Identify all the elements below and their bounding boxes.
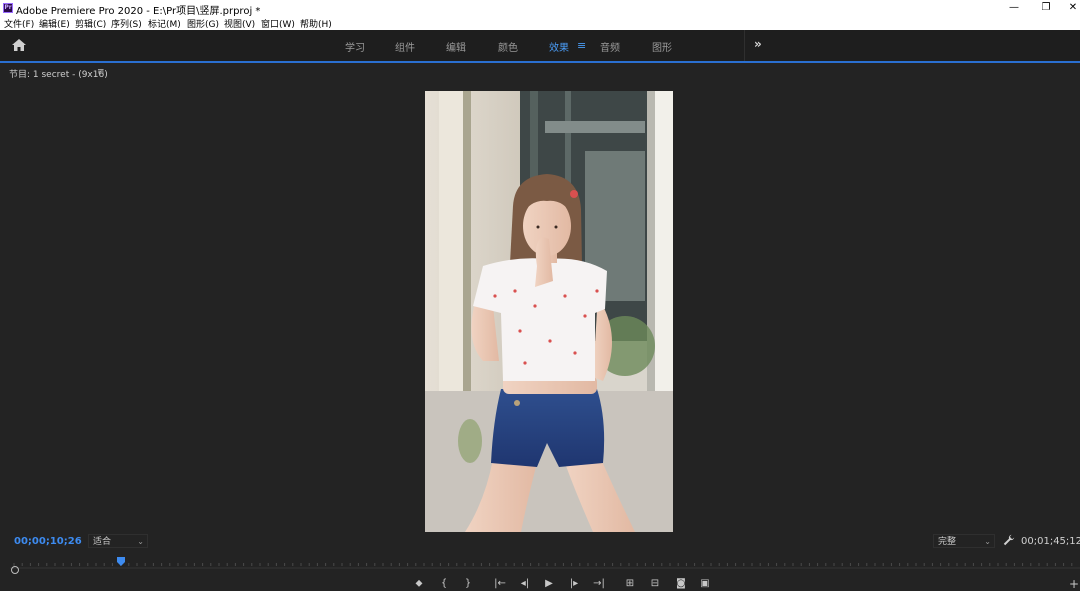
- workspace-tab-learn[interactable]: 学习: [345, 39, 365, 54]
- workspace-tab-assembly[interactable]: 组件: [395, 39, 415, 54]
- fit-select[interactable]: 适合 ⌄: [88, 534, 148, 548]
- time-ruler[interactable]: [10, 557, 1080, 571]
- home-icon[interactable]: [11, 38, 27, 52]
- step-forward-button[interactable]: |▸: [567, 577, 581, 591]
- menu-markers[interactable]: 标记(M): [148, 17, 181, 30]
- menu-clip[interactable]: 剪辑(C): [75, 17, 106, 30]
- workspace-tab-audio[interactable]: 音频: [600, 39, 620, 54]
- workspace-tab-graphics[interactable]: 图形: [652, 39, 672, 54]
- button-editor-button[interactable]: +: [1069, 577, 1079, 591]
- transport-controls: ⬥ { } |← ◂| ▶ |▸ →| ⊞ ⊟ ◙ ▣ +: [0, 577, 1080, 591]
- window-title: Adobe Premiere Pro 2020 - E:\Pr项目\竖屏.prp…: [16, 6, 261, 17]
- menu-sequence[interactable]: 序列(S): [111, 17, 142, 30]
- zoom-handle-icon[interactable]: [11, 566, 19, 574]
- play-button[interactable]: ▶: [542, 577, 556, 591]
- export-frame-button[interactable]: ◙: [674, 577, 688, 591]
- menu-window[interactable]: 窗口(W): [261, 17, 295, 30]
- duration-timecode: 00;01;45;12: [1021, 536, 1080, 547]
- workspace-menu-icon[interactable]: ≡: [577, 39, 586, 52]
- menu-file[interactable]: 文件(F): [4, 17, 34, 30]
- restore-button[interactable]: ❐: [1039, 1, 1053, 15]
- more-workspaces-icon[interactable]: »: [754, 37, 762, 51]
- playback-resolution-select[interactable]: 完整 ⌄: [933, 534, 995, 548]
- fit-select-value: 适合: [93, 537, 112, 547]
- panel-menu-icon[interactable]: ≡: [97, 67, 105, 77]
- workspace-tab-color[interactable]: 颜色: [498, 39, 518, 54]
- workspace-tab-effects[interactable]: 效果: [549, 39, 569, 54]
- go-to-out-button[interactable]: →|: [592, 577, 606, 591]
- wrench-icon[interactable]: [1003, 534, 1015, 546]
- overwrite-button[interactable]: ⊟: [648, 577, 662, 591]
- workspace-bar: 学习 组件 编辑 颜色 效果 ≡ 音频 图形 »: [0, 30, 1080, 62]
- chevron-down-icon: ⌄: [984, 537, 991, 546]
- workspace-divider: [744, 30, 745, 61]
- mark-in-button[interactable]: {: [437, 577, 451, 591]
- premiere-app-icon: Pr: [3, 3, 13, 13]
- minimize-button[interactable]: —: [1007, 1, 1021, 15]
- mark-out-button[interactable]: }: [461, 577, 475, 591]
- ruler-track: [10, 567, 1080, 569]
- playback-resolution-value: 完整: [938, 537, 957, 547]
- menu-edit[interactable]: 编辑(E): [39, 17, 70, 30]
- program-monitor-panel: 节目: 1 secret - (9x16) ≡ 00;00;10;26 适合 ⌄…: [0, 63, 1080, 591]
- video-preview[interactable]: [425, 91, 673, 532]
- menu-view[interactable]: 视图(V): [224, 17, 255, 30]
- insert-button[interactable]: ⊞: [623, 577, 637, 591]
- step-back-button[interactable]: ◂|: [518, 577, 532, 591]
- program-monitor-tab[interactable]: 节目: 1 secret - (9x16): [9, 67, 108, 80]
- compare-button[interactable]: ▣: [698, 577, 712, 591]
- menu-graphics[interactable]: 图形(G): [187, 17, 219, 30]
- chevron-down-icon: ⌄: [137, 537, 144, 546]
- menu-bar: 文件(F) 编辑(E) 剪辑(C) 序列(S) 标记(M) 图形(G) 视图(V…: [0, 16, 1080, 30]
- playhead-icon[interactable]: [117, 557, 125, 566]
- title-bar: Pr Adobe Premiere Pro 2020 - E:\Pr项目\竖屏.…: [0, 0, 1080, 17]
- close-button[interactable]: ✕: [1066, 1, 1080, 15]
- go-to-in-button[interactable]: |←: [493, 577, 507, 591]
- current-timecode[interactable]: 00;00;10;26: [14, 536, 82, 547]
- menu-help[interactable]: 帮助(H): [300, 17, 332, 30]
- add-marker-button[interactable]: ⬥: [412, 577, 426, 591]
- workspace-tab-editing[interactable]: 编辑: [446, 39, 466, 54]
